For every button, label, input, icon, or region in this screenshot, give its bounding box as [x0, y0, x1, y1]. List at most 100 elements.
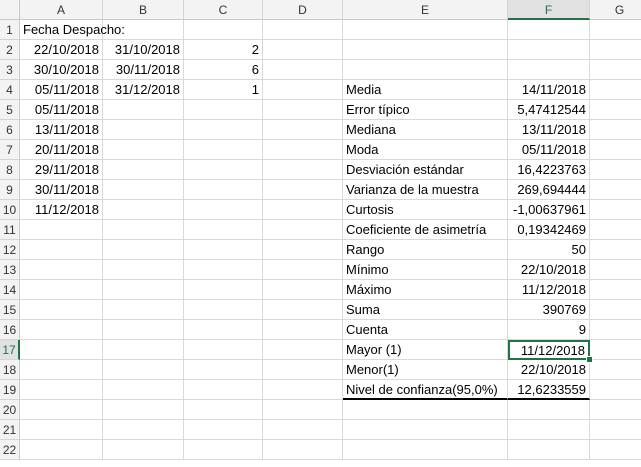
cell-g17[interactable] [590, 340, 641, 360]
cell-d12[interactable] [263, 240, 343, 260]
cell-b10[interactable] [103, 200, 184, 220]
cell-g20[interactable] [590, 400, 641, 420]
cell-e12[interactable]: Rango [343, 240, 508, 260]
row-header-13[interactable]: 13 [0, 260, 20, 280]
cell-c18[interactable] [184, 360, 263, 380]
column-header-f[interactable]: F [508, 0, 590, 20]
cell-e8[interactable]: Desviación estándar [343, 160, 508, 180]
cell-b22[interactable] [103, 440, 184, 460]
cell-e11[interactable]: Coeficiente de asimetría [343, 220, 508, 240]
cell-e7[interactable]: Moda [343, 140, 508, 160]
cell-c8[interactable] [184, 160, 263, 180]
cell-g21[interactable] [590, 420, 641, 440]
cell-a9[interactable]: 30/11/2018 [20, 180, 103, 200]
cell-a19[interactable] [20, 380, 103, 400]
cell-d11[interactable] [263, 220, 343, 240]
cell-g10[interactable] [590, 200, 641, 220]
cell-d2[interactable] [263, 40, 343, 60]
cell-a18[interactable] [20, 360, 103, 380]
column-header-e[interactable]: E [343, 0, 508, 20]
cell-g22[interactable] [590, 440, 641, 460]
row-header-9[interactable]: 9 [0, 180, 20, 200]
cell-d8[interactable] [263, 160, 343, 180]
cell-e10[interactable]: Curtosis [343, 200, 508, 220]
cell-b11[interactable] [103, 220, 184, 240]
cell-d10[interactable] [263, 200, 343, 220]
cell-a20[interactable] [20, 400, 103, 420]
row-header-11[interactable]: 11 [0, 220, 20, 240]
cell-a8[interactable]: 29/11/2018 [20, 160, 103, 180]
cell-a11[interactable] [20, 220, 103, 240]
row-header-1[interactable]: 1 [0, 20, 20, 40]
cell-g1[interactable] [590, 20, 641, 40]
row-header-6[interactable]: 6 [0, 120, 20, 140]
cell-a12[interactable] [20, 240, 103, 260]
cell-e16[interactable]: Cuenta [343, 320, 508, 340]
cell-f10[interactable]: -1,00637961 [508, 200, 590, 220]
cell-d20[interactable] [263, 400, 343, 420]
cell-e22[interactable] [343, 440, 508, 460]
column-header-a[interactable]: A [20, 0, 103, 20]
row-header-12[interactable]: 12 [0, 240, 20, 260]
cell-f18[interactable]: 22/10/2018 [508, 360, 590, 380]
cell-c2[interactable]: 2 [184, 40, 263, 60]
cell-e1[interactable] [343, 20, 508, 40]
cell-c21[interactable] [184, 420, 263, 440]
cell-c7[interactable] [184, 140, 263, 160]
cell-f22[interactable] [508, 440, 590, 460]
cell-g9[interactable] [590, 180, 641, 200]
column-header-d[interactable]: D [263, 0, 343, 20]
cell-f2[interactable] [508, 40, 590, 60]
cell-d15[interactable] [263, 300, 343, 320]
cell-c15[interactable] [184, 300, 263, 320]
cell-f19[interactable]: 12,6233559 [508, 380, 590, 400]
cell-b15[interactable] [103, 300, 184, 320]
cell-b8[interactable] [103, 160, 184, 180]
cell-d22[interactable] [263, 440, 343, 460]
cell-g11[interactable] [590, 220, 641, 240]
cell-b20[interactable] [103, 400, 184, 420]
row-header-17[interactable]: 17 [0, 340, 20, 360]
cell-a4[interactable]: 05/11/2018 [20, 80, 103, 100]
cell-c3[interactable]: 6 [184, 60, 263, 80]
spreadsheet-grid[interactable]: A B C D E F G 1 Fecha Despacho: 2 22/10/2018 31/10/… [0, 0, 641, 467]
cell-f8[interactable]: 16,4223763 [508, 160, 590, 180]
cell-e9[interactable]: Varianza de la muestra [343, 180, 508, 200]
cell-b6[interactable] [103, 120, 184, 140]
cell-a14[interactable] [20, 280, 103, 300]
cell-c20[interactable] [184, 400, 263, 420]
cell-a13[interactable] [20, 260, 103, 280]
cell-b1[interactable] [103, 20, 184, 40]
row-header-20[interactable]: 20 [0, 400, 20, 420]
cell-g18[interactable] [590, 360, 641, 380]
cell-c6[interactable] [184, 120, 263, 140]
select-all-corner[interactable] [0, 0, 20, 20]
cell-c5[interactable] [184, 100, 263, 120]
row-header-4[interactable]: 4 [0, 80, 20, 100]
cell-d18[interactable] [263, 360, 343, 380]
row-header-21[interactable]: 21 [0, 420, 20, 440]
cell-b4[interactable]: 31/12/2018 [103, 80, 184, 100]
cell-e2[interactable] [343, 40, 508, 60]
row-header-22[interactable]: 22 [0, 440, 20, 460]
cell-a16[interactable] [20, 320, 103, 340]
cell-b17[interactable] [103, 340, 184, 360]
cell-g15[interactable] [590, 300, 641, 320]
column-header-g[interactable]: G [590, 0, 641, 20]
cell-d14[interactable] [263, 280, 343, 300]
cell-c17[interactable] [184, 340, 263, 360]
cell-e15[interactable]: Suma [343, 300, 508, 320]
cell-e21[interactable] [343, 420, 508, 440]
cell-a5[interactable]: 05/11/2018 [20, 100, 103, 120]
cell-d7[interactable] [263, 140, 343, 160]
row-header-16[interactable]: 16 [0, 320, 20, 340]
cell-c4[interactable]: 1 [184, 80, 263, 100]
cell-f7[interactable]: 05/11/2018 [508, 140, 590, 160]
cell-d1[interactable] [263, 20, 343, 40]
row-header-18[interactable]: 18 [0, 360, 20, 380]
cell-b7[interactable] [103, 140, 184, 160]
cell-f4[interactable]: 14/11/2018 [508, 80, 590, 100]
cell-f12[interactable]: 50 [508, 240, 590, 260]
cell-a21[interactable] [20, 420, 103, 440]
cell-d4[interactable] [263, 80, 343, 100]
